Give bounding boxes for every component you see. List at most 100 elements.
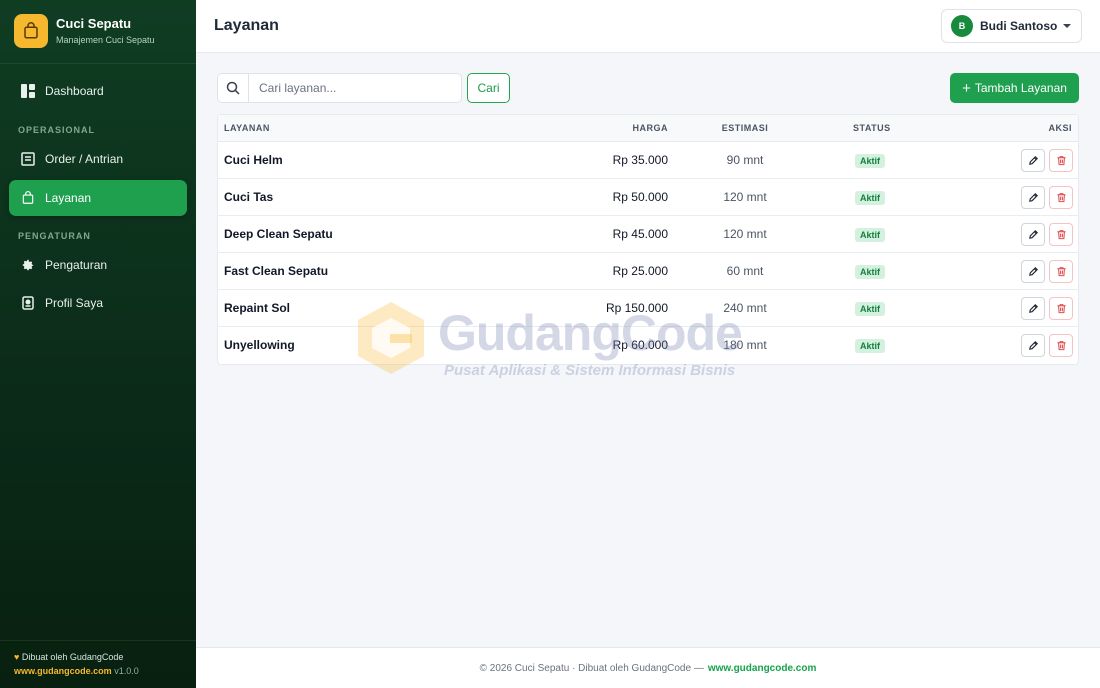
service-price: Rp 50.000 xyxy=(612,190,668,204)
add-service-button[interactable]: + Tambah Layanan xyxy=(950,73,1079,103)
page-footer: © 2026 Cuci Sepatu · Dibuat oleh GudangC… xyxy=(196,647,1100,688)
edit-button[interactable] xyxy=(1021,223,1045,246)
trash-icon xyxy=(1056,341,1066,351)
service-price: Rp 25.000 xyxy=(612,264,668,278)
sidebar: Cuci Sepatu Manajemen Cuci Sepatu Dashbo… xyxy=(0,0,196,688)
column-header-status: STATUS xyxy=(853,123,891,133)
column-header-harga: HARGA xyxy=(632,123,668,133)
trash-icon xyxy=(1056,267,1066,277)
user-menu-button[interactable]: B Budi Santoso xyxy=(941,9,1082,43)
sidebar-item-profil-saya[interactable]: Profil Saya xyxy=(9,285,187,321)
heart-icon: ♥ xyxy=(14,652,20,662)
caret-down-icon xyxy=(1063,24,1071,28)
table-row: Deep Clean Sepatu Rp 45.000 120 mnt Aktif xyxy=(218,216,1078,253)
table-row: Cuci Tas Rp 50.000 120 mnt Aktif xyxy=(218,179,1078,216)
shopping-bag-logo-icon xyxy=(14,14,48,48)
sidebar-footer-url: www.gudangcode.com v1.0.0 xyxy=(14,666,139,676)
sidebar-item-label: Layanan xyxy=(45,191,92,205)
user-name: Budi Santoso xyxy=(980,19,1058,33)
pencil-icon xyxy=(1028,303,1038,313)
column-header-layanan: LAYANAN xyxy=(224,123,270,133)
trash-icon xyxy=(1056,193,1066,203)
trash-icon xyxy=(1056,304,1066,314)
service-estimate: 240 mnt xyxy=(723,301,767,315)
pencil-icon xyxy=(1028,155,1038,165)
status-badge: Aktif xyxy=(855,228,885,242)
status-badge: Aktif xyxy=(855,339,885,353)
table-row: Cuci Helm Rp 35.000 90 mnt Aktif xyxy=(218,142,1078,179)
status-badge: Aktif xyxy=(855,191,885,205)
pencil-icon xyxy=(1028,192,1038,202)
delete-button[interactable] xyxy=(1049,223,1073,246)
service-price: Rp 60.000 xyxy=(612,338,668,352)
trash-icon xyxy=(1056,230,1066,240)
service-name: Deep Clean Sepatu xyxy=(224,227,333,241)
sidebar-item-label: Order / Antrian xyxy=(45,152,124,166)
search-box xyxy=(217,73,462,103)
top-header: Layanan B Budi Santoso xyxy=(196,0,1100,53)
trash-icon xyxy=(1056,156,1066,166)
brand[interactable]: Cuci Sepatu Manajemen Cuci Sepatu xyxy=(14,14,189,50)
search-icon xyxy=(218,74,249,102)
edit-button[interactable] xyxy=(1021,149,1045,172)
sidebar-item-label: Dashboard xyxy=(45,84,104,98)
gear-icon xyxy=(20,258,35,273)
app-version: v1.0.0 xyxy=(114,666,139,676)
bag-icon xyxy=(20,191,35,206)
brand-subtitle: Manajemen Cuci Sepatu xyxy=(56,35,155,45)
search-button[interactable]: Cari xyxy=(467,73,510,103)
brand-title: Cuci Sepatu xyxy=(56,16,132,31)
sidebar-item-pengaturan[interactable]: Pengaturan xyxy=(9,247,187,283)
footer-text: © 2026 Cuci Sepatu · Dibuat oleh GudangC… xyxy=(479,662,704,674)
section-operasional: OPERASIONAL xyxy=(18,125,96,135)
service-estimate: 90 mnt xyxy=(726,153,764,167)
status-badge: Aktif xyxy=(855,302,885,316)
edit-button[interactable] xyxy=(1021,334,1045,357)
sidebar-footer-divider xyxy=(0,640,196,641)
delete-button[interactable] xyxy=(1049,334,1073,357)
sidebar-item-layanan[interactable]: Layanan xyxy=(9,180,187,216)
pencil-icon xyxy=(1028,266,1038,276)
sidebar-item-label: Profil Saya xyxy=(45,296,104,310)
service-name: Unyellowing xyxy=(224,338,295,352)
column-header-estimasi: ESTIMASI xyxy=(721,123,769,133)
sidebar-item-dashboard[interactable]: Dashboard xyxy=(9,73,187,109)
sidebar-footer-link[interactable]: www.gudangcode.com xyxy=(14,666,112,676)
sidebar-footer-credit: ♥ Dibuat oleh GudangCode xyxy=(14,652,124,662)
service-name: Cuci Tas xyxy=(224,190,274,204)
edit-button[interactable] xyxy=(1021,260,1045,283)
table-row: Repaint Sol Rp 150.000 240 mnt Aktif xyxy=(218,290,1078,327)
sidebar-item-order-antrian[interactable]: Order / Antrian xyxy=(9,141,187,177)
service-estimate: 60 mnt xyxy=(726,264,764,278)
search-input[interactable] xyxy=(250,74,460,102)
table-body: Cuci Helm Rp 35.000 90 mnt Aktif Cuci Tas Rp … xyxy=(218,142,1078,364)
service-name: Fast Clean Sepatu xyxy=(224,264,329,278)
column-header-aksi: AKSI xyxy=(1048,123,1072,133)
edit-button[interactable] xyxy=(1021,186,1045,209)
sidebar-item-label: Pengaturan xyxy=(45,258,108,272)
service-name: Cuci Helm xyxy=(224,153,283,167)
service-price: Rp 45.000 xyxy=(612,227,668,241)
delete-button[interactable] xyxy=(1049,149,1073,172)
service-estimate: 180 mnt xyxy=(723,338,767,352)
dashboard-icon xyxy=(20,84,35,99)
table-header: LAYANAN HARGA ESTIMASI STATUS AKSI xyxy=(218,115,1078,142)
receipt-icon xyxy=(20,152,35,167)
id-badge-icon xyxy=(20,296,35,311)
service-estimate: 120 mnt xyxy=(723,190,767,204)
pencil-icon xyxy=(1028,340,1038,350)
footer-link[interactable]: www.gudangcode.com xyxy=(708,663,817,674)
add-service-label: Tambah Layanan xyxy=(974,81,1067,95)
delete-button[interactable] xyxy=(1049,297,1073,320)
table-row: Unyellowing Rp 60.000 180 mnt Aktif xyxy=(218,327,1078,364)
edit-button[interactable] xyxy=(1021,297,1045,320)
service-estimate: 120 mnt xyxy=(723,227,767,241)
service-name: Repaint Sol xyxy=(224,301,291,315)
sidebar-divider xyxy=(0,63,196,64)
delete-button[interactable] xyxy=(1049,260,1073,283)
page-title: Layanan xyxy=(214,17,279,34)
services-table: LAYANAN HARGA ESTIMASI STATUS AKSI Cuci … xyxy=(217,114,1079,365)
delete-button[interactable] xyxy=(1049,186,1073,209)
avatar: B xyxy=(951,15,973,37)
section-pengaturan: PENGATURAN xyxy=(18,231,91,241)
